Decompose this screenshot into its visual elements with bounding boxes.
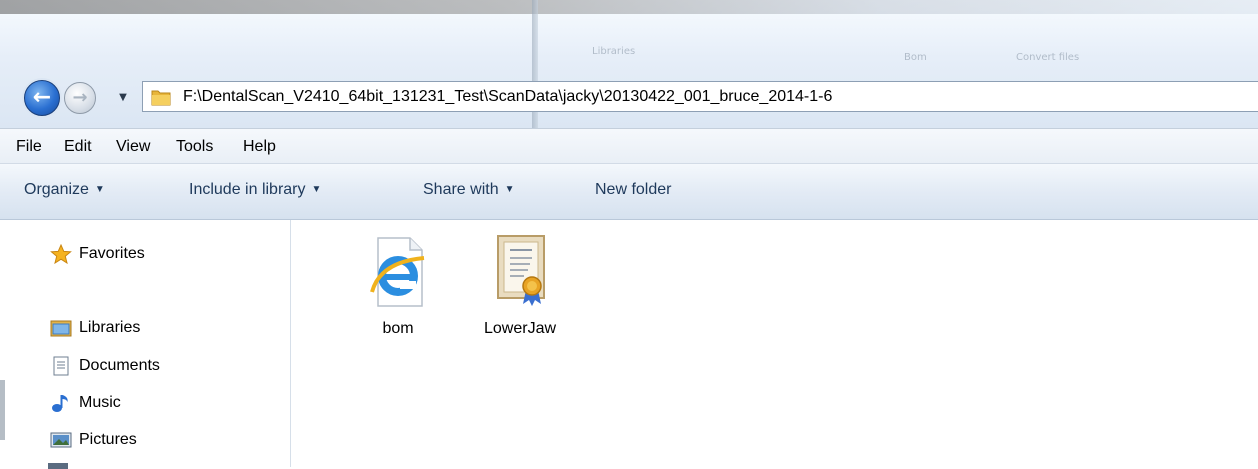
back-arrow-icon: ← xyxy=(32,85,52,110)
chevron-down-icon: ▼ xyxy=(504,184,515,195)
nav-music[interactable]: Music xyxy=(50,393,121,413)
documents-icon xyxy=(50,356,72,376)
new-folder-button[interactable]: New folder xyxy=(595,181,671,199)
nav-favorites-label: Favorites xyxy=(79,245,145,262)
nav-documents[interactable]: Documents xyxy=(50,356,160,376)
organize-button[interactable]: Organize ▼ xyxy=(24,181,105,199)
menu-edit[interactable]: Edit xyxy=(64,138,92,156)
nav-music-label: Music xyxy=(79,394,121,411)
certificate-file-icon xyxy=(497,235,545,306)
chevron-down-icon: ▼ xyxy=(119,91,127,103)
command-bar: Organize ▼ Include in library ▼ Share with… xyxy=(0,164,1258,220)
menu-file[interactable]: File xyxy=(16,138,42,156)
libraries-icon xyxy=(50,318,72,338)
menu-view[interactable]: View xyxy=(116,138,150,156)
nav-documents-label: Documents xyxy=(79,357,160,374)
background-bom-label: Bom xyxy=(904,52,927,63)
music-note-icon xyxy=(50,393,72,413)
file-list: bom LowerJaw xyxy=(291,220,1258,467)
background-convert-label: Convert files xyxy=(1016,52,1080,63)
folder-icon xyxy=(151,90,171,106)
nav-libraries[interactable]: Libraries xyxy=(50,318,140,338)
menu-help[interactable]: Help xyxy=(243,138,276,156)
window-chrome: Libraries Bom Convert files ← → ▼ F:\Den… xyxy=(0,0,1258,128)
file-item-lowerjaw[interactable]: LowerJaw xyxy=(465,234,575,338)
address-path[interactable]: F:\DentalScan_V2410_64bit_131231_Test\Sc… xyxy=(183,88,832,106)
forward-arrow-icon: → xyxy=(72,87,88,108)
nav-pictures[interactable]: Pictures xyxy=(50,430,137,450)
chevron-down-icon: ▼ xyxy=(94,184,105,195)
file-name: LowerJaw xyxy=(483,320,557,337)
window-edge xyxy=(0,380,5,440)
nav-pictures-label: Pictures xyxy=(79,431,137,448)
menu-tools[interactable]: Tools xyxy=(176,138,213,156)
include-in-library-button[interactable]: Include in library ▼ xyxy=(189,181,321,199)
share-with-label: Share with xyxy=(423,181,499,198)
nav-favorites[interactable]: Favorites xyxy=(50,243,145,265)
menu-bar: File Edit View Tools Help xyxy=(0,128,1258,164)
internet-explorer-file-icon xyxy=(370,237,425,307)
address-bar[interactable]: F:\DentalScan_V2410_64bit_131231_Test\Sc… xyxy=(142,81,1258,112)
file-name: bom xyxy=(382,320,414,337)
file-item-bom[interactable]: bom xyxy=(343,234,453,338)
nav-libraries-label: Libraries xyxy=(79,319,141,336)
organize-label: Organize xyxy=(24,181,89,198)
next-nav-item-icon xyxy=(48,463,68,469)
pictures-icon xyxy=(50,430,72,450)
back-button[interactable]: ← xyxy=(24,80,60,116)
background-libraries-label: Libraries xyxy=(592,46,636,57)
background-window-toolbar: Libraries Bom Convert files xyxy=(532,0,1258,80)
recent-pages-dropdown[interactable]: ▼ xyxy=(116,91,130,103)
share-with-button[interactable]: Share with ▼ xyxy=(423,181,515,199)
include-in-library-label: Include in library xyxy=(189,181,306,198)
forward-button[interactable]: → xyxy=(64,82,96,114)
star-icon xyxy=(50,243,72,265)
chevron-down-icon: ▼ xyxy=(311,184,322,195)
navigation-pane: Favorites Libraries Documents Music Pict… xyxy=(0,220,291,469)
